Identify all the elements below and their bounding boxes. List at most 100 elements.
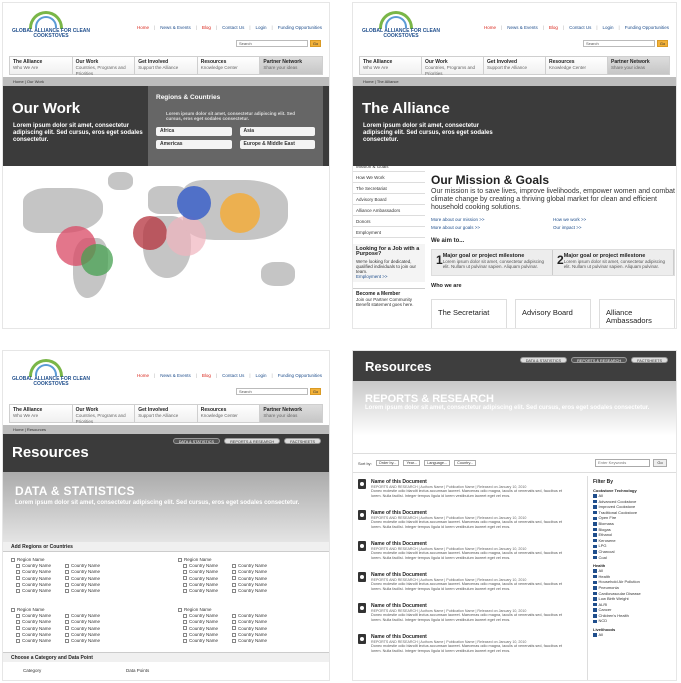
nav-funding[interactable]: Funding Opportunities xyxy=(624,25,670,30)
link-impact[interactable]: Our impact >> xyxy=(553,225,675,230)
filter-option[interactable]: All xyxy=(593,632,676,638)
tab-data-statistics[interactable]: DATA & STATISTICS xyxy=(172,438,221,444)
search-go-button[interactable]: Go xyxy=(310,40,321,47)
map-bubble-lightpink[interactable] xyxy=(166,216,206,256)
site-logo[interactable]: GLOBAL ALLIANCE FOR CLEAN COOKSTOVES xyxy=(11,359,91,391)
checked-checkbox-icon[interactable] xyxy=(593,505,597,509)
region-name-label[interactable]: Region Name xyxy=(17,557,45,562)
checkbox[interactable] xyxy=(65,564,70,569)
checked-checkbox-icon[interactable] xyxy=(593,494,597,498)
document-item[interactable]: Name of this Document REPORTS AND RESEARC… xyxy=(358,603,583,631)
checked-checkbox-icon[interactable] xyxy=(593,533,597,537)
mainnav-partner-network[interactable]: Partner Network Share your ideas xyxy=(259,404,323,423)
checkbox[interactable] xyxy=(16,632,20,637)
side-secretariat[interactable]: The Secretariat xyxy=(353,183,425,194)
card-ambassadors[interactable]: Alliance Ambassadors xyxy=(599,299,675,328)
mainnav-get-involved[interactable]: Get Involved Support the Alliance xyxy=(134,56,197,75)
country-select[interactable]: Country... xyxy=(454,460,477,466)
card-secretariat[interactable]: The Secretariat xyxy=(431,299,507,328)
nav-home[interactable]: Home xyxy=(483,25,497,30)
nav-home[interactable]: Home xyxy=(136,373,150,378)
document-item[interactable]: Name of this Document REPORTS AND RESEARC… xyxy=(358,634,583,662)
filter-option[interactable]: Coal xyxy=(593,555,676,561)
mainnav-alliance[interactable]: The Alliance Who We Are xyxy=(9,56,72,75)
breadcrumb[interactable]: Home | The Alliance xyxy=(353,77,676,86)
mainnav-alliance[interactable]: The Alliance Who We Are xyxy=(359,56,421,75)
checkbox[interactable] xyxy=(16,570,20,575)
checkbox[interactable] xyxy=(183,620,187,625)
nav-login[interactable]: Login xyxy=(255,373,268,378)
checkbox[interactable] xyxy=(178,557,182,562)
checkbox[interactable] xyxy=(65,570,70,575)
checkbox[interactable] xyxy=(232,626,237,631)
checkbox[interactable] xyxy=(183,564,187,569)
mainnav-get-involved[interactable]: Get Involved Support the Alliance xyxy=(483,56,545,75)
checked-checkbox-icon[interactable] xyxy=(593,544,597,549)
goal-card[interactable]: 1 Major goal or project milestone Lorem i… xyxy=(432,250,553,275)
checked-checkbox-icon[interactable] xyxy=(593,580,597,584)
checked-checkbox-icon[interactable] xyxy=(593,538,597,543)
checked-checkbox-icon[interactable] xyxy=(593,608,597,612)
checked-checkbox-icon[interactable] xyxy=(593,516,597,521)
country-option[interactable]: Country Name xyxy=(65,638,100,644)
map-bubble-orange[interactable] xyxy=(220,193,260,233)
checked-checkbox-icon[interactable] xyxy=(593,574,597,579)
checked-checkbox-icon[interactable] xyxy=(593,586,597,590)
checkbox[interactable] xyxy=(232,582,237,587)
checkbox[interactable] xyxy=(232,588,237,593)
country-option[interactable]: Country Name xyxy=(16,588,51,594)
checkbox[interactable] xyxy=(16,620,20,625)
country-option[interactable]: Country Name xyxy=(183,638,218,644)
nav-news[interactable]: News & Events xyxy=(159,373,192,378)
site-logo[interactable]: GLOBAL ALLIANCE FOR CLEAN COOKSTOVES xyxy=(11,11,91,43)
nav-contact[interactable]: Contact Us xyxy=(568,25,592,30)
search-input[interactable]: Search xyxy=(236,388,308,395)
nav-blog[interactable]: Blog xyxy=(201,25,212,30)
mainnav-resources[interactable]: Resources Knowledge Center xyxy=(196,56,260,75)
checkbox[interactable] xyxy=(16,626,20,631)
checked-checkbox-icon[interactable] xyxy=(593,597,597,601)
country-option[interactable]: Country Name xyxy=(65,588,100,594)
mainnav-our-work[interactable]: Our Work Countries, Programs and Prioriti… xyxy=(71,404,135,424)
region-name-label[interactable]: Region Name xyxy=(184,607,212,612)
checkbox[interactable] xyxy=(232,632,237,637)
nav-news[interactable]: News & Events xyxy=(506,25,539,30)
checkbox[interactable] xyxy=(232,620,237,625)
country-option[interactable]: Country Name xyxy=(232,638,267,644)
mainnav-alliance[interactable]: The Alliance Who We Are xyxy=(9,404,72,423)
side-mission[interactable]: Mission & Goals xyxy=(353,161,425,172)
checkbox[interactable] xyxy=(16,614,20,619)
mainnav-resources[interactable]: Resources Knowledge Center xyxy=(196,404,260,423)
checkbox[interactable] xyxy=(183,570,187,575)
checkbox[interactable] xyxy=(232,564,237,569)
checked-checkbox-icon[interactable] xyxy=(593,550,597,554)
side-ambassadors[interactable]: Alliance Ambassadors xyxy=(353,205,425,216)
breadcrumb[interactable]: Home | Resources xyxy=(3,425,329,434)
checkbox[interactable] xyxy=(65,626,70,631)
country-option[interactable]: Country Name xyxy=(232,588,267,594)
link-mission[interactable]: More about our mission >> xyxy=(431,217,553,222)
checkbox[interactable] xyxy=(183,638,187,643)
checked-checkbox-icon[interactable] xyxy=(593,499,597,504)
region-asia-button[interactable]: Asia xyxy=(239,127,315,136)
checkbox[interactable] xyxy=(65,582,70,587)
checkbox[interactable] xyxy=(65,588,70,593)
document-item[interactable]: Name of this Document REPORTS AND RESEARC… xyxy=(358,510,583,538)
region-europe-button[interactable]: Europe & Middle East xyxy=(239,140,315,149)
tab-data-statistics[interactable]: DATA & STATISTICS xyxy=(519,357,568,363)
link-goals[interactable]: More about our goals >> xyxy=(431,225,553,230)
job-link[interactable]: Employment >> xyxy=(356,274,388,279)
nav-contact[interactable]: Contact Us xyxy=(221,25,245,30)
region-name-label[interactable]: Region Name xyxy=(184,557,212,562)
checkbox[interactable] xyxy=(183,614,187,619)
search-input[interactable]: Search xyxy=(236,40,308,47)
checkbox[interactable] xyxy=(65,576,70,581)
map-bubble-green[interactable] xyxy=(81,244,113,276)
nav-login[interactable]: Login xyxy=(255,25,268,30)
checkbox[interactable] xyxy=(183,632,187,637)
checked-checkbox-icon[interactable] xyxy=(593,569,597,573)
nav-home[interactable]: Home xyxy=(136,25,150,30)
tab-factsheets[interactable]: FACTSHEETS xyxy=(284,438,321,444)
country-option[interactable]: Country Name xyxy=(183,588,218,594)
document-item[interactable]: Name of this Document REPORTS AND RESEARC… xyxy=(358,479,583,507)
